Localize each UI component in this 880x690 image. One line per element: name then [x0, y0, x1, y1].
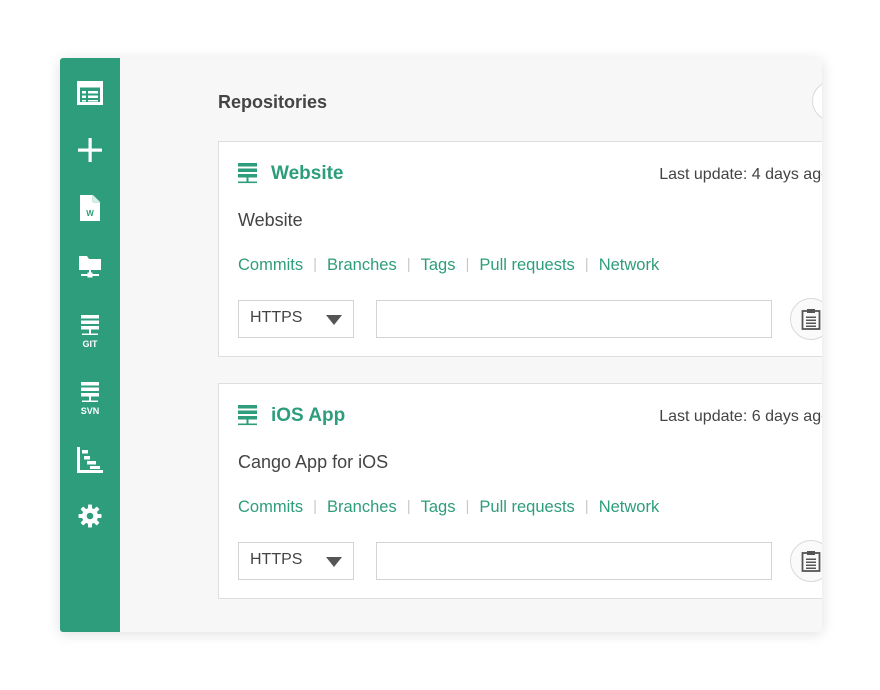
repository-icon: [238, 405, 257, 426]
repository-links: Commits | Branches | Tags | Pull request…: [238, 496, 659, 518]
list-icon: [77, 81, 103, 105]
sidebar-item-settings[interactable]: [60, 493, 120, 539]
main-content: Repositories Website Last update: 4 days…: [120, 58, 822, 632]
repository-card: iOS App Last update: 6 days ago Cango Ap…: [218, 383, 822, 599]
sidebar-item-network-folder[interactable]: [60, 243, 120, 289]
protocol-value: HTTPS: [250, 309, 303, 326]
network-folder-icon: [79, 256, 101, 278]
commits-link[interactable]: Commits: [238, 254, 303, 276]
link-separator: |: [465, 256, 470, 273]
repository-name-link[interactable]: Website: [271, 161, 344, 187]
network-link[interactable]: Network: [599, 496, 660, 518]
copy-url-button[interactable]: [790, 540, 822, 582]
card-header: Website Last update: 4 days ago: [237, 161, 822, 187]
search-icon: [821, 90, 822, 112]
svn-label: SVN: [81, 406, 100, 416]
word-badge: W: [86, 209, 94, 218]
git-label: GIT: [83, 339, 99, 349]
branches-link[interactable]: Branches: [327, 254, 397, 276]
repository-icon: [238, 163, 257, 184]
sidebar-item-git[interactable]: GIT: [60, 307, 120, 357]
protocol-value: HTTPS: [250, 551, 303, 568]
pull-requests-link[interactable]: Pull requests: [479, 254, 574, 276]
card-header: iOS App Last update: 6 days ago: [237, 403, 822, 429]
repository-name-link[interactable]: iOS App: [271, 403, 345, 429]
add-icon: [78, 138, 102, 162]
clipboard-icon: [801, 309, 821, 330]
clone-url-input[interactable]: [376, 300, 772, 338]
sidebar: W GIT SVN: [60, 58, 120, 632]
dropdown-arrow-icon: [326, 315, 342, 325]
link-separator: |: [406, 256, 411, 273]
branches-link[interactable]: Branches: [327, 496, 397, 518]
sidebar-item-svn[interactable]: SVN: [60, 374, 120, 424]
word-document-icon: W: [80, 195, 100, 221]
repository-description: Cango App for iOS: [238, 452, 389, 472]
chart-icon: [77, 447, 103, 473]
clone-url-input[interactable]: [376, 542, 772, 580]
last-update-text: Last update: 6 days ago: [659, 408, 822, 425]
sidebar-item-list[interactable]: [60, 70, 120, 116]
link-separator: |: [584, 256, 589, 273]
pull-requests-link[interactable]: Pull requests: [479, 496, 574, 518]
link-separator: |: [584, 498, 589, 515]
tags-link[interactable]: Tags: [421, 496, 456, 518]
copy-url-button[interactable]: [790, 298, 822, 340]
repository-card: Website Last update: 4 days ago Website …: [218, 141, 822, 357]
link-separator: |: [313, 256, 317, 273]
commits-link[interactable]: Commits: [238, 496, 303, 518]
gear-icon: [78, 504, 102, 528]
svn-icon: SVN: [81, 382, 100, 416]
sidebar-item-documents[interactable]: W: [60, 185, 120, 231]
repository-description: Website: [238, 210, 303, 230]
protocol-select[interactable]: HTTPS: [238, 300, 354, 338]
protocol-select[interactable]: HTTPS: [238, 542, 354, 580]
dropdown-arrow-icon: [326, 557, 342, 567]
git-icon: GIT: [81, 315, 99, 349]
page-title: Repositories: [218, 92, 328, 112]
app-window: W GIT SVN Repositories Website Last upda…: [60, 58, 822, 632]
link-separator: |: [313, 498, 317, 515]
repository-links: Commits | Branches | Tags | Pull request…: [238, 254, 659, 276]
clipboard-icon: [801, 551, 821, 572]
search-button[interactable]: [812, 81, 822, 121]
tags-link[interactable]: Tags: [421, 254, 456, 276]
link-separator: |: [465, 498, 470, 515]
network-link[interactable]: Network: [599, 254, 660, 276]
link-separator: |: [406, 498, 411, 515]
last-update-text: Last update: 4 days ago: [659, 166, 822, 183]
sidebar-item-add[interactable]: [60, 127, 120, 173]
sidebar-item-reports[interactable]: [60, 437, 120, 483]
